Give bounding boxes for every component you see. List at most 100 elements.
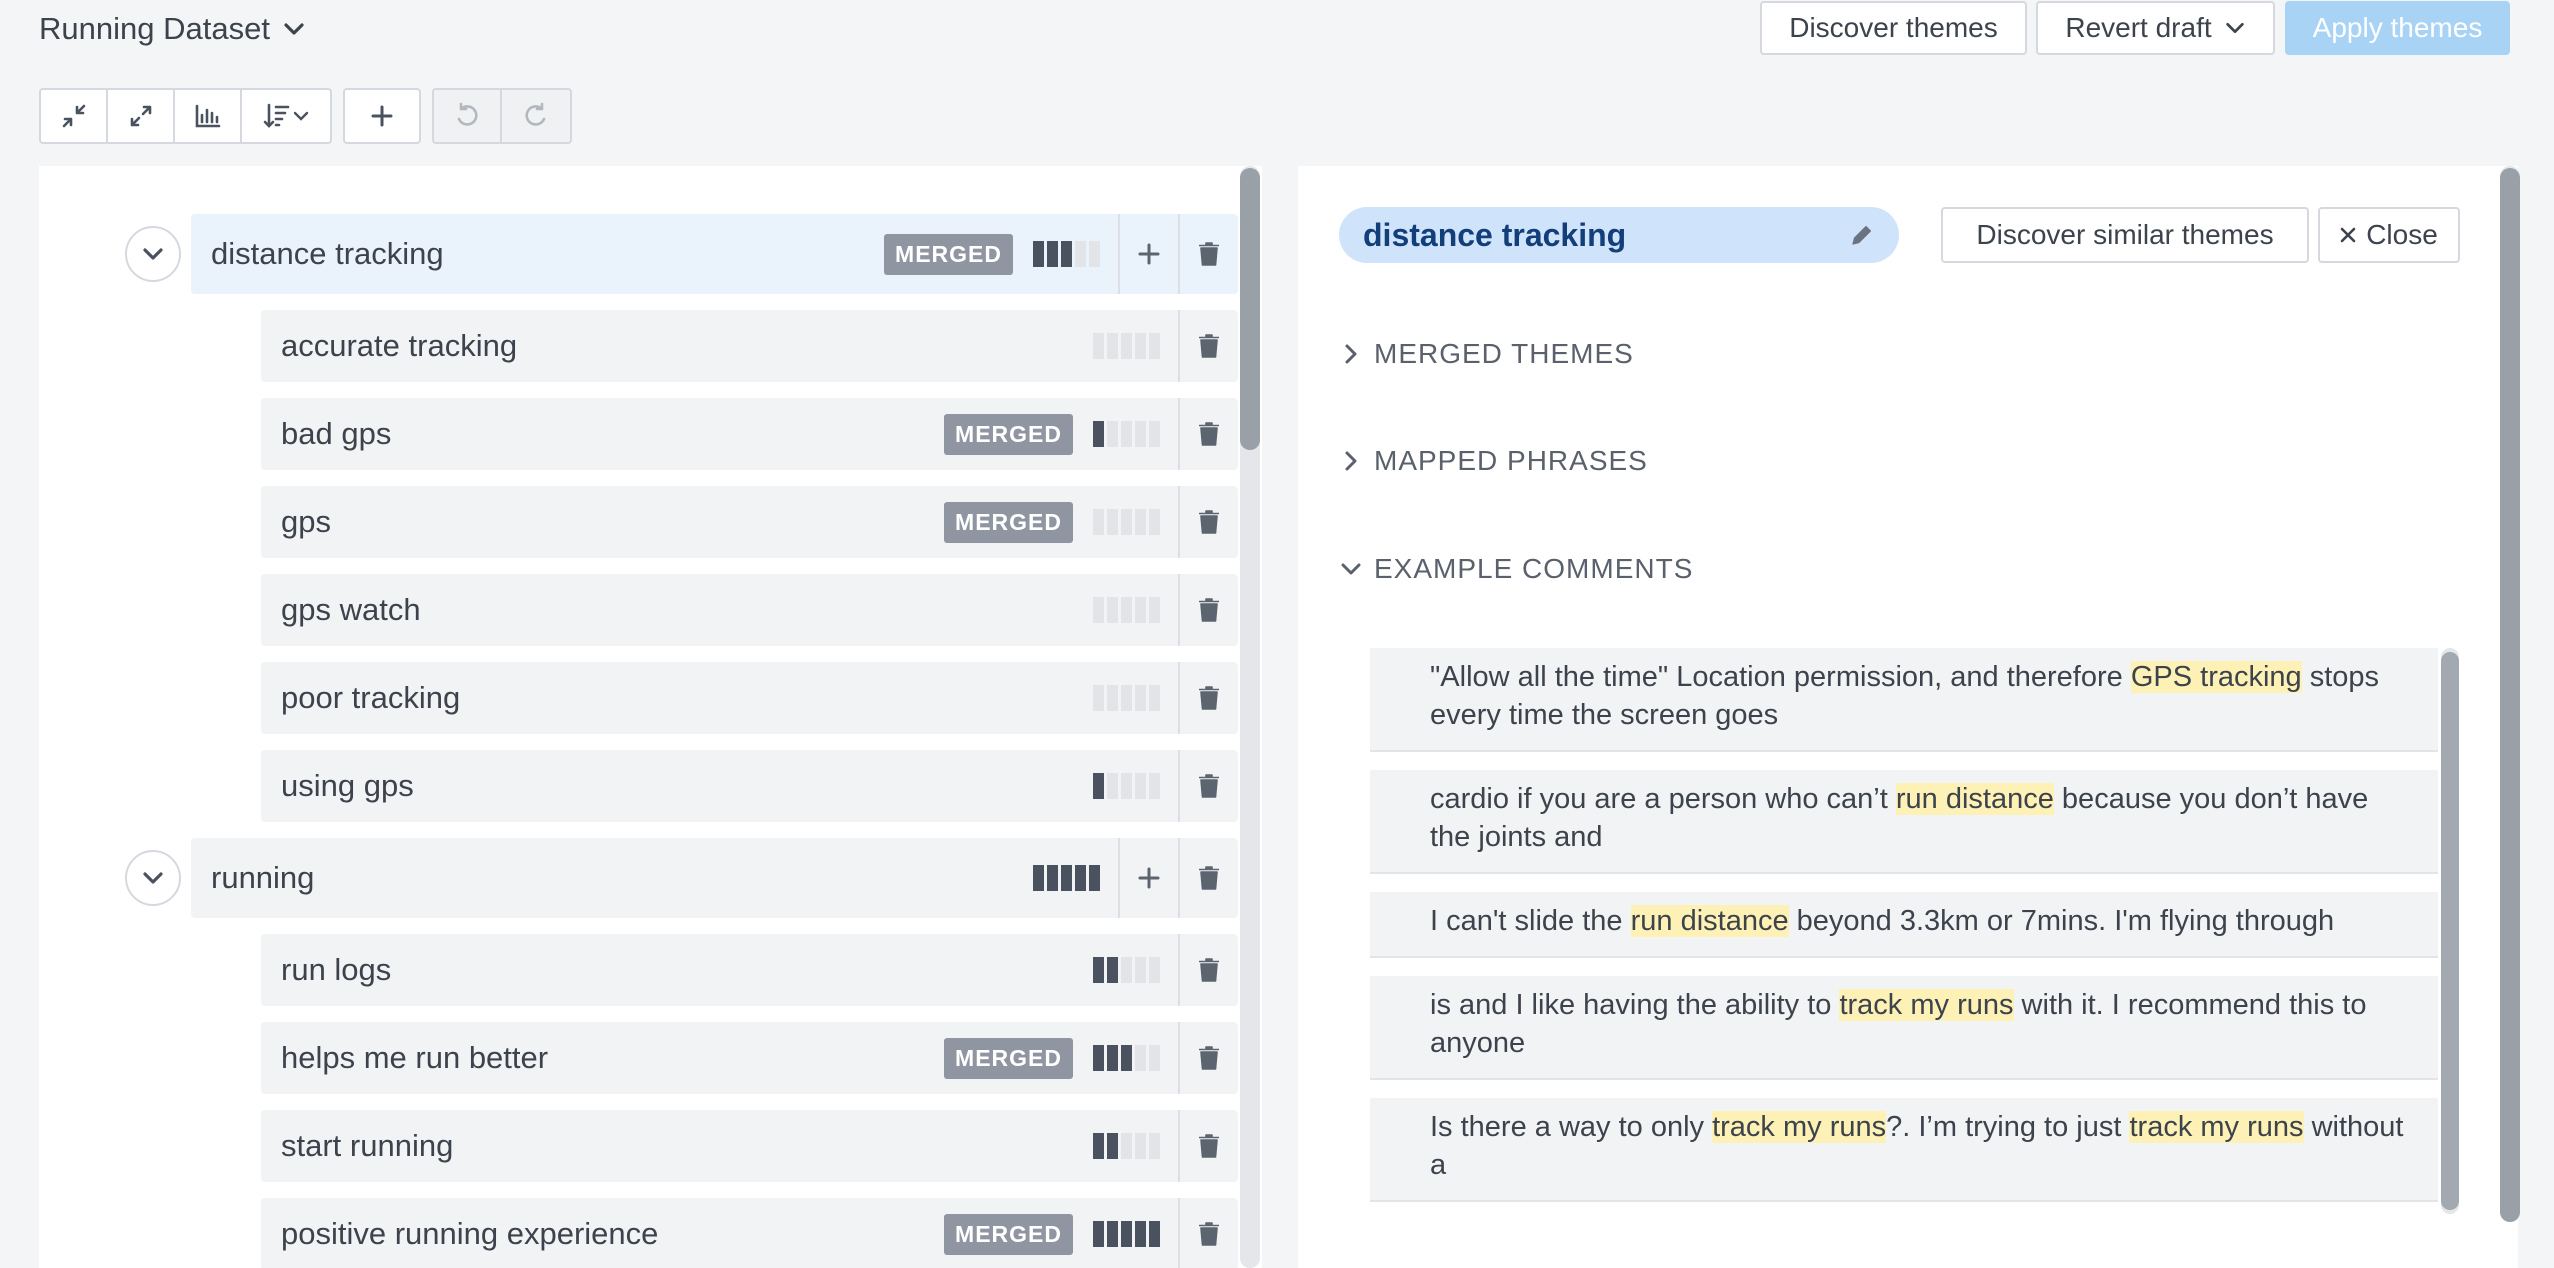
subtheme-row[interactable]: gps watch xyxy=(261,574,1238,646)
theme-name-field[interactable]: distance tracking xyxy=(1339,207,1899,263)
comments-scroll-thumb[interactable] xyxy=(2441,652,2459,1210)
theme-label: gps xyxy=(281,504,331,539)
highlighted-phrase: track my runs xyxy=(2129,1111,2304,1143)
meter-segment xyxy=(1107,957,1118,983)
discover-similar-themes-button[interactable]: Discover similar themes xyxy=(1941,207,2309,263)
undo-icon xyxy=(457,102,478,126)
dataset-selector[interactable]: Running Dataset xyxy=(39,8,306,50)
delete-theme-button[interactable] xyxy=(1178,398,1238,470)
theme-label: distance tracking xyxy=(211,236,444,271)
volume-meter xyxy=(1093,1045,1160,1071)
revert-draft-button[interactable]: Revert draft xyxy=(2036,1,2275,55)
discover-themes-button[interactable]: Discover themes xyxy=(1760,1,2027,55)
expand-toggle[interactable] xyxy=(125,226,181,282)
comment-text: "Allow all the time" Location permission… xyxy=(1430,661,2131,693)
delete-theme-button[interactable] xyxy=(1178,934,1238,1006)
theme-name: distance tracking xyxy=(1363,216,1627,253)
add-theme-button[interactable] xyxy=(345,90,419,142)
delete-theme-button[interactable] xyxy=(1178,838,1238,918)
chart-button[interactable] xyxy=(175,90,242,142)
trash-icon xyxy=(1199,422,1219,446)
theme-label: running xyxy=(211,860,315,895)
meter-segment xyxy=(1135,597,1146,623)
collapse-icon xyxy=(62,104,85,128)
meter-segment xyxy=(1075,241,1086,267)
merged-badge: MERGED xyxy=(944,501,1073,543)
example-comment: cardio if you are a person who can’t run… xyxy=(1370,770,2438,874)
mapped-phrases-heading: MAPPED PHRASES xyxy=(1374,445,1648,476)
volume-meter xyxy=(1093,597,1160,623)
subtheme-row[interactable]: using gps xyxy=(261,750,1238,822)
example-comments-heading: EXAMPLE COMMENTS xyxy=(1374,553,1694,584)
theme-tree-panel: distance tracking MERGED accurate tracking… xyxy=(39,166,1262,1268)
delete-theme-button[interactable] xyxy=(1178,1022,1238,1094)
meter-segment xyxy=(1093,1045,1104,1071)
chevron-down-icon xyxy=(284,23,304,35)
meter-segment xyxy=(1107,685,1118,711)
delete-theme-button[interactable] xyxy=(1178,486,1238,558)
meter-segment xyxy=(1107,333,1118,359)
volume-meter xyxy=(1033,865,1100,891)
chevron-down-icon xyxy=(2225,22,2244,34)
apply-themes-button[interactable]: Apply themes xyxy=(2285,1,2510,55)
volume-meter xyxy=(1093,685,1160,711)
meter-segment xyxy=(1149,333,1160,359)
sort-button[interactable] xyxy=(242,90,330,142)
delete-theme-button[interactable] xyxy=(1178,1198,1238,1268)
plus-icon xyxy=(371,105,393,127)
mapped-phrases-section-toggle[interactable]: MAPPED PHRASES xyxy=(1340,445,1648,477)
meter-segment xyxy=(1107,509,1118,535)
collapse-all-button[interactable] xyxy=(41,90,108,142)
chevron-right-icon xyxy=(1345,451,1357,471)
meter-segment xyxy=(1093,1133,1104,1159)
subtheme-row[interactable]: gps MERGED xyxy=(261,486,1238,558)
delete-theme-button[interactable] xyxy=(1178,662,1238,734)
subtheme-row[interactable]: start running xyxy=(261,1110,1238,1182)
delete-theme-button[interactable] xyxy=(1178,310,1238,382)
volume-meter xyxy=(1033,241,1100,267)
meter-segment xyxy=(1107,1045,1118,1071)
meter-segment xyxy=(1121,509,1132,535)
close-button[interactable]: Close xyxy=(2318,207,2460,263)
subtheme-row[interactable]: positive running experience MERGED xyxy=(261,1198,1238,1268)
example-comments-section-toggle[interactable]: EXAMPLE COMMENTS xyxy=(1340,553,1693,585)
detail-scroll-thumb[interactable] xyxy=(2500,168,2520,1222)
expand-toggle[interactable] xyxy=(125,850,181,906)
chevron-right-icon xyxy=(1345,344,1357,364)
meter-segment xyxy=(1135,685,1146,711)
history-toolbar xyxy=(432,88,572,144)
delete-theme-button[interactable] xyxy=(1178,1110,1238,1182)
theme-tree-scroll-thumb[interactable] xyxy=(1240,168,1260,450)
volume-meter xyxy=(1093,773,1160,799)
add-subtheme-button[interactable] xyxy=(1118,214,1178,294)
merged-badge: MERGED xyxy=(944,413,1073,455)
theme-row[interactable]: distance tracking MERGED xyxy=(191,214,1238,294)
subtheme-row[interactable]: bad gps MERGED xyxy=(261,398,1238,470)
redo-icon xyxy=(525,102,546,126)
volume-meter xyxy=(1093,957,1160,983)
expand-all-button[interactable] xyxy=(108,90,175,142)
subtheme-row[interactable]: helps me run better MERGED xyxy=(261,1022,1238,1094)
subtheme-row[interactable]: accurate tracking xyxy=(261,310,1238,382)
pencil-icon[interactable] xyxy=(1849,222,1875,248)
plus-icon xyxy=(1138,243,1160,265)
meter-segment xyxy=(1107,421,1118,447)
discover-similar-label: Discover similar themes xyxy=(1976,219,2274,250)
trash-icon xyxy=(1199,510,1219,534)
merged-themes-section-toggle[interactable]: MERGED THEMES xyxy=(1340,338,1634,370)
add-subtheme-button[interactable] xyxy=(1118,838,1178,918)
delete-theme-button[interactable] xyxy=(1178,214,1238,294)
redo-button[interactable] xyxy=(502,90,570,142)
meter-segment xyxy=(1033,865,1044,891)
undo-button[interactable] xyxy=(434,90,502,142)
subtheme-row[interactable]: run logs xyxy=(261,934,1238,1006)
meter-segment xyxy=(1093,685,1104,711)
meter-segment xyxy=(1033,241,1044,267)
meter-segment xyxy=(1149,1045,1160,1071)
sort-icon xyxy=(263,103,290,128)
delete-theme-button[interactable] xyxy=(1178,574,1238,646)
theme-row[interactable]: running xyxy=(191,838,1238,918)
delete-theme-button[interactable] xyxy=(1178,750,1238,822)
meter-segment xyxy=(1149,597,1160,623)
subtheme-row[interactable]: poor tracking xyxy=(261,662,1238,734)
